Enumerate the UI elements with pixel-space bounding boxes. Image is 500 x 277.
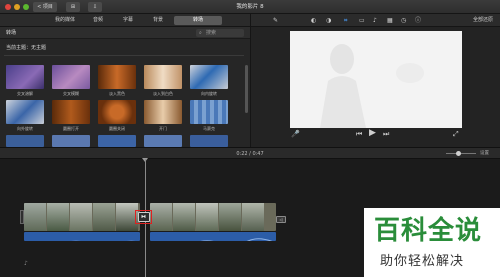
watermark-title: 百科全说 [374,216,483,246]
current-time: 0:22 [236,151,248,157]
transition-thumb-fade-black[interactable] [98,65,136,89]
transition-thumb-fade-white[interactable] [144,65,182,89]
magic-wand-icon[interactable]: ✎ [273,16,278,25]
current-theme-label: 当前主题：无主题 [6,45,47,51]
color-correction-icon[interactable]: ◑ [326,16,331,25]
reset-all-button[interactable]: 全部还原 [473,16,493,25]
clip-frame [24,203,46,231]
previous-icon[interactable]: ⏮ [356,130,362,139]
transition-label: 交叉模糊 [63,91,79,96]
transition-label: 圆圈打开 [63,126,79,131]
voiceover-icon: ♪ [24,260,28,267]
adjustments-toolbar: ✎ ◐ ◑ ⌗ ▭ ♪ ▦ ◷ ⓘ 全部还原 [251,14,500,27]
waveform [71,240,136,241]
clip-frame [47,203,69,231]
transition-thumb[interactable] [190,135,228,147]
transition-thumb-circle-close[interactable] [98,100,136,124]
speed-icon[interactable]: ◷ [401,16,406,25]
zoom-slider-knob[interactable] [456,151,461,156]
audio-waveform-2[interactable] [150,232,276,241]
timeline-end-marker[interactable]: ◁ [276,216,286,223]
transition-thumb-rotate-out[interactable] [6,100,44,124]
transition-label: 淡入到白色 [153,91,173,96]
transition-thumb[interactable] [52,135,90,147]
viewer-pane: ✎ ◐ ◑ ⌗ ▭ ♪ ▦ ◷ ⓘ 全部还原 🎤 ⏮ ▶ ⏭ ⤢ [250,14,500,147]
transition-thumb-rotate-in[interactable] [190,65,228,89]
clip-info-icon[interactable]: ⓘ [415,16,421,25]
tab-my-media[interactable]: 我的媒体 [48,16,82,25]
color-balance-icon[interactable]: ◐ [311,16,316,25]
timeline-header: 0:22 / 0:47 设置 [0,147,500,159]
browser-scrollbar[interactable] [245,65,248,113]
clip-frame [196,203,218,231]
transition-thumb-doorway[interactable] [144,100,182,124]
audio-waveform-1[interactable] [24,232,140,241]
transition-thumb-cross-dissolve[interactable] [6,65,44,89]
fullscreen-icon[interactable]: ⤢ [453,130,459,139]
volume-icon[interactable]: ♪ [373,16,377,25]
preview-frame-image [290,31,462,128]
transition-label: 开门 [159,126,167,131]
transition-label: 马赛克 [203,126,215,131]
transition-label: 圆圈关闭 [109,126,125,131]
clip-frame [219,203,241,231]
zoom-slider-track[interactable] [446,153,476,154]
video-clip-2[interactable] [150,203,276,231]
search-input[interactable]: ⌕ 搜索 [196,29,244,37]
tab-backgrounds[interactable]: 背景 [146,16,170,25]
transition-thumb-circle-open[interactable] [52,100,90,124]
divider [4,55,244,56]
clip-frame [93,203,115,231]
waveform [200,238,273,241]
transition-thumb-mosaic[interactable] [190,100,228,124]
transition-thumb[interactable] [144,135,182,147]
search-placeholder: 搜索 [206,30,217,36]
clip-frame [150,203,172,231]
transition-thumb[interactable] [6,135,44,147]
noise-reduction-icon[interactable]: ▦ [387,16,393,25]
transition-thumb[interactable] [98,135,136,147]
play-button[interactable]: ▶ [369,128,376,138]
tab-audio[interactable]: 音频 [86,16,110,25]
clip-frame [70,203,92,231]
clip-frame [173,203,195,231]
window-title: 我的影片 8 [236,4,264,10]
transition-label: 淡入黑色 [109,91,125,96]
total-time: 0:47 [252,151,264,157]
next-icon[interactable]: ⏭ [383,130,389,139]
clip-frame [242,203,264,231]
video-clip-1[interactable] [24,203,140,231]
transition-label: 向内旋转 [201,91,217,96]
stabilization-icon[interactable]: ▭ [359,16,365,25]
transition-label: 交叉溶解 [17,91,33,96]
highlight-annotation [135,210,152,224]
crop-icon[interactable]: ⌗ [344,16,347,25]
transition-thumb-cross-blur[interactable] [52,65,90,89]
tab-transitions[interactable]: 转场 [174,16,222,25]
browser-header: 转场 ⌕ 搜索 [0,27,250,39]
watermark: 百科全说 助你轻松解决 [364,208,500,277]
transitions-browser: 转场 ⌕ 搜索 当前主题：无主题 交叉溶解 交叉模糊 淡入黑色 淡入到白色 向内… [0,27,250,147]
video-preview[interactable] [290,31,462,128]
tab-titles[interactable]: 字幕 [116,16,140,25]
watermark-subtitle: 助你轻松解决 [380,254,465,269]
browser-header-label: 转场 [6,30,17,36]
search-icon: ⌕ [199,30,202,36]
title-bar: < 项目 ⊞ ⇩ 我的影片 8 [0,0,500,14]
microphone-icon[interactable]: 🎤 [291,130,300,138]
transition-label: 向外旋转 [17,126,33,131]
